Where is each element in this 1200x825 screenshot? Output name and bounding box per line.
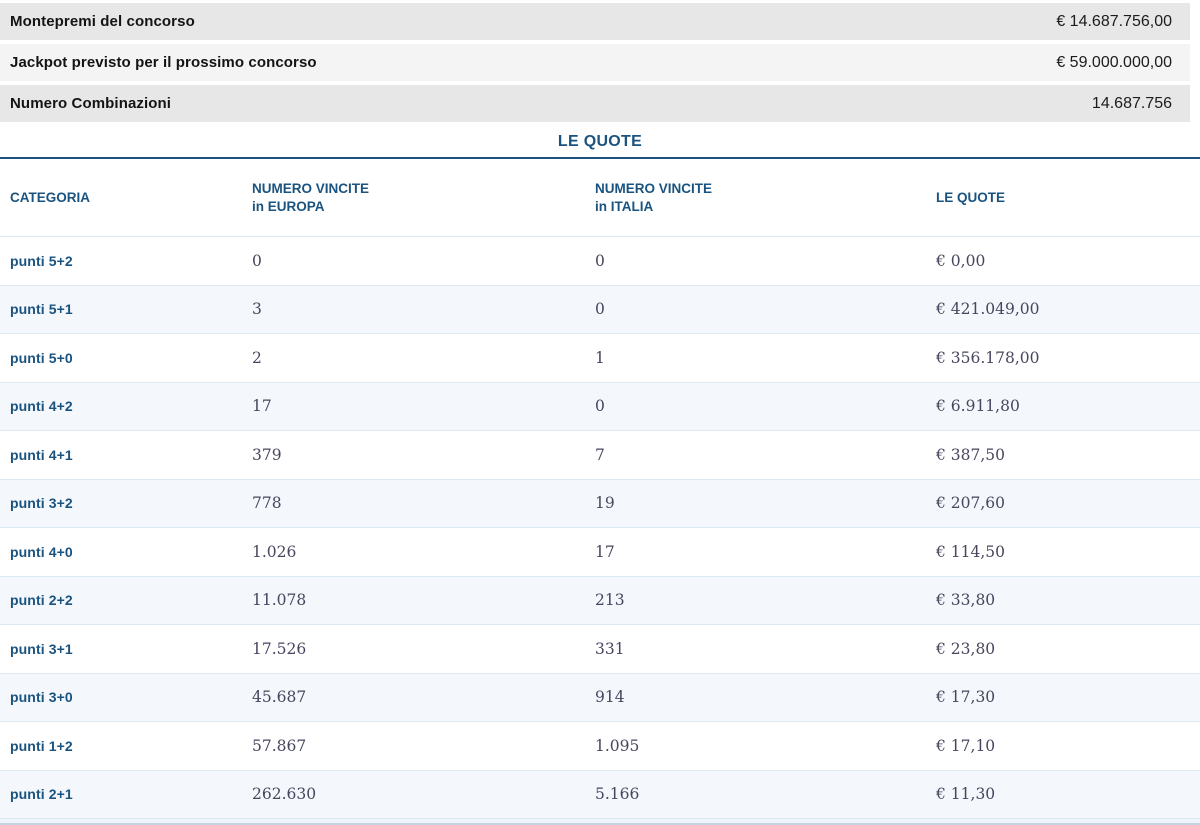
summary-label: Jackpot previsto per il prossimo concors… xyxy=(10,54,317,71)
cell-vincite-europa: 379 xyxy=(252,445,282,464)
table-row: punti 5+0 2 1 € 356.178,00 xyxy=(0,334,1200,383)
cell-quota: € 387,50 xyxy=(936,445,1006,464)
cell-categoria: punti 5+0 xyxy=(10,349,73,366)
cell-categoria: punti 4+1 xyxy=(10,446,73,463)
table-row: punti 4+2 17 0 € 6.911,80 xyxy=(0,382,1200,431)
cell-categoria: punti 4+2 xyxy=(10,398,73,415)
cell-quota: € 17,10 xyxy=(936,736,996,755)
header-line: NUMERO VINCITE xyxy=(252,180,370,196)
quote-table: CATEGORIA NUMERO VINCITE in EUROPA NUMER… xyxy=(0,159,1200,825)
cell-vincite-italia: 0 xyxy=(595,251,605,270)
table-body: punti 5+2 0 0 € 0,00 punti 5+1 3 0 € 421… xyxy=(0,237,1200,819)
summary-row-combinazioni: Numero Combinazioni 14.687.756 xyxy=(0,85,1190,122)
header-vincite-europa: NUMERO VINCITE in EUROPA xyxy=(252,180,595,216)
cell-vincite-italia: 914 xyxy=(595,688,625,707)
cell-categoria: punti 1+2 xyxy=(10,737,73,754)
cell-vincite-europa: 778 xyxy=(252,494,282,513)
cell-quota: € 0,00 xyxy=(936,251,986,270)
cell-vincite-europa: 57.867 xyxy=(252,736,307,755)
header-line: in EUROPA xyxy=(252,198,325,214)
cell-vincite-italia: 7 xyxy=(595,445,605,464)
cell-vincite-italia: 17 xyxy=(595,542,615,561)
table-header-row: CATEGORIA NUMERO VINCITE in EUROPA NUMER… xyxy=(0,159,1200,237)
cell-quota: € 33,80 xyxy=(936,591,996,610)
table-row: punti 4+1 379 7 € 387,50 xyxy=(0,431,1200,480)
cell-quota: € 421.049,00 xyxy=(936,300,1040,319)
cell-categoria: punti 3+2 xyxy=(10,495,73,512)
summary-label: Numero Combinazioni xyxy=(10,95,172,112)
table-row: punti 4+0 1.026 17 € 114,50 xyxy=(0,528,1200,577)
table-row: punti 2+2 11.078 213 € 33,80 xyxy=(0,576,1200,625)
cell-vincite-europa: 17 xyxy=(252,397,272,416)
cell-categoria: punti 2+2 xyxy=(10,592,73,609)
cell-vincite-europa: 17.526 xyxy=(252,639,307,658)
cell-vincite-italia: 5.166 xyxy=(595,785,640,804)
cell-quota: € 11,30 xyxy=(936,785,996,804)
cell-vincite-europa: 45.687 xyxy=(252,688,307,707)
cell-categoria: punti 5+2 xyxy=(10,252,73,269)
cell-vincite-italia: 0 xyxy=(595,300,605,319)
cell-quota: € 23,80 xyxy=(936,639,996,658)
header-categoria: CATEGORIA xyxy=(0,189,252,207)
cell-categoria: punti 4+0 xyxy=(10,543,73,560)
cell-vincite-europa: 11.078 xyxy=(252,591,307,610)
summary-value: 14.687.756 xyxy=(1091,94,1172,112)
cell-vincite-europa: 3 xyxy=(252,300,262,319)
summary-row-montepremi: Montepremi del concorso € 14.687.756,00 xyxy=(0,3,1190,40)
cell-quota: € 114,50 xyxy=(936,542,1006,561)
cell-categoria: punti 5+1 xyxy=(10,301,73,318)
cell-categoria: punti 3+0 xyxy=(10,689,73,706)
header-line: CATEGORIA xyxy=(10,189,90,205)
header-line: in ITALIA xyxy=(595,198,654,214)
table-row: punti 5+2 0 0 € 0,00 xyxy=(0,237,1200,286)
summary-label: Montepremi del concorso xyxy=(10,13,195,30)
cell-vincite-italia: 19 xyxy=(595,494,615,513)
table-row: punti 3+2 778 19 € 207,60 xyxy=(0,479,1200,528)
cell-vincite-italia: 1.095 xyxy=(595,736,640,755)
table-row: punti 2+1 262.630 5.166 € 11,30 xyxy=(0,770,1200,819)
cell-vincite-italia: 1 xyxy=(595,348,605,367)
cell-vincite-europa: 1.026 xyxy=(252,542,297,561)
table-row: punti 3+1 17.526 331 € 23,80 xyxy=(0,625,1200,674)
table-row: punti 3+0 45.687 914 € 17,30 xyxy=(0,673,1200,722)
cell-quota: € 356.178,00 xyxy=(936,348,1040,367)
cell-vincite-europa: 262.630 xyxy=(252,785,317,804)
cell-vincite-italia: 0 xyxy=(595,397,605,416)
summary-value: € 14.687.756,00 xyxy=(1056,12,1172,30)
header-line: NUMERO VINCITE xyxy=(595,180,713,196)
cell-categoria: punti 2+1 xyxy=(10,786,73,803)
summary-row-jackpot: Jackpot previsto per il prossimo concors… xyxy=(0,44,1190,81)
quote-section-title: LE QUOTE xyxy=(0,126,1200,159)
header-vincite-italia: NUMERO VINCITE in ITALIA xyxy=(595,180,936,216)
cell-categoria: punti 3+1 xyxy=(10,640,73,657)
cell-quota: € 207,60 xyxy=(936,494,1006,513)
table-row: punti 5+1 3 0 € 421.049,00 xyxy=(0,285,1200,334)
summary-value: € 59.000.000,00 xyxy=(1056,53,1172,71)
cell-quota: € 17,30 xyxy=(936,688,996,707)
cell-vincite-italia: 331 xyxy=(595,639,625,658)
table-row: punti 1+2 57.867 1.095 € 17,10 xyxy=(0,722,1200,771)
summary-section: Montepremi del concorso € 14.687.756,00 … xyxy=(0,0,1200,122)
header-line: LE QUOTE xyxy=(936,189,1006,205)
cell-vincite-europa: 2 xyxy=(252,348,262,367)
cell-quota: € 6.911,80 xyxy=(936,397,1020,416)
cell-vincite-italia: 213 xyxy=(595,591,625,610)
header-le-quote: LE QUOTE xyxy=(936,189,1200,207)
cell-vincite-europa: 0 xyxy=(252,251,262,270)
eurojackpot-results-panel: Montepremi del concorso € 14.687.756,00 … xyxy=(0,0,1200,825)
